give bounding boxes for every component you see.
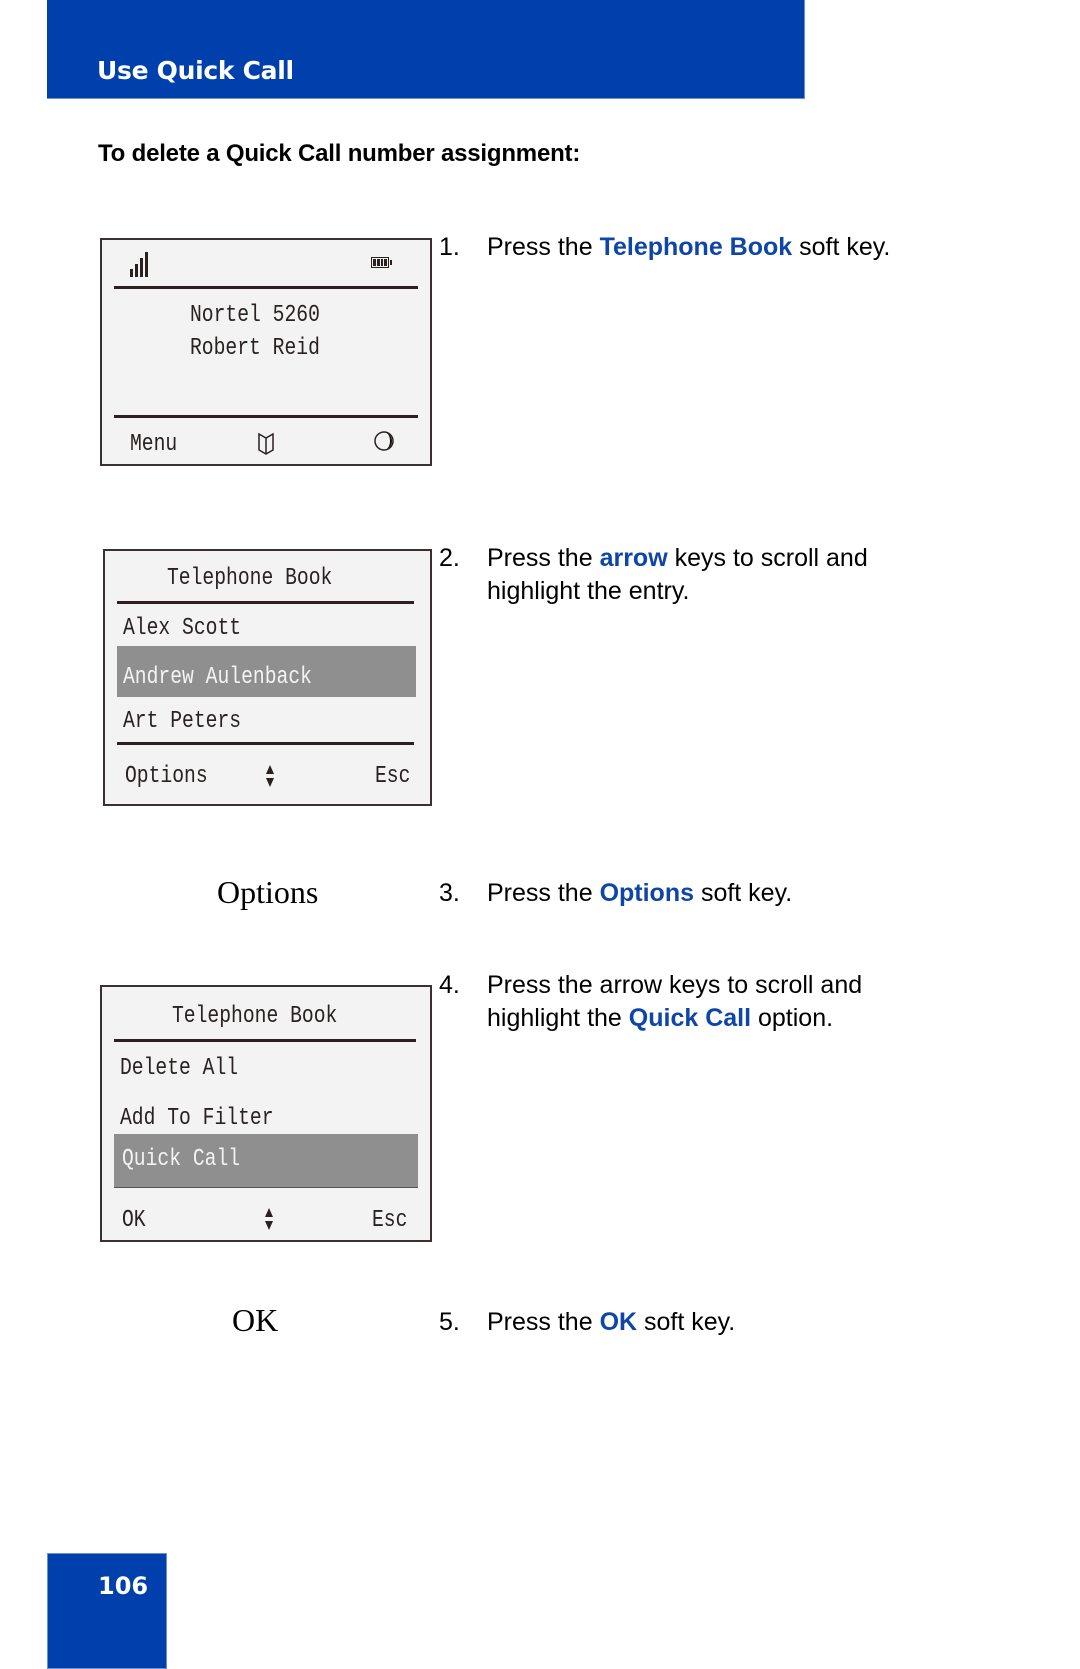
- signal-strength-icon: [130, 252, 148, 277]
- page-number-box: 106: [47, 1553, 167, 1669]
- page-number: 106: [98, 1572, 149, 1600]
- ok-key-ref: OK: [599, 1308, 638, 1336]
- phone-screen-options-menu: Telephone Book Delete All Add To Filter …: [100, 985, 432, 1242]
- menu-item-quick-call-selected[interactable]: Quick Call: [114, 1134, 418, 1188]
- menu-item-add-to-filter[interactable]: Add To Filter: [120, 1105, 274, 1132]
- phone-model-text: Nortel 5260: [190, 302, 320, 329]
- procedure-heading: To delete a Quick Call number assignment…: [98, 140, 581, 167]
- divider: [114, 1039, 416, 1042]
- list-item[interactable]: Art Peters: [123, 708, 241, 735]
- softkey-options[interactable]: Options: [125, 763, 208, 790]
- divider: [117, 601, 414, 604]
- softkey-esc[interactable]: Esc: [372, 1207, 407, 1234]
- softkey-menu[interactable]: Menu: [130, 431, 177, 458]
- divider: [114, 415, 418, 418]
- divider: [114, 286, 418, 289]
- telephone-book-icon[interactable]: [257, 431, 275, 455]
- up-down-arrow-icon: [264, 1207, 274, 1231]
- battery-icon: [371, 257, 392, 268]
- presence-icon[interactable]: [374, 429, 396, 453]
- ok-key-label: OK: [232, 1302, 279, 1338]
- options-key-label: Options: [217, 874, 319, 910]
- telephone-book-key-ref: Telephone Book: [599, 233, 793, 261]
- list-item-selected[interactable]: Andrew Aulenback: [117, 646, 416, 697]
- arrow-key-ref: arrow: [599, 544, 668, 572]
- quick-call-option-ref: Quick Call: [628, 1004, 752, 1032]
- section-header-bar: Use Quick Call: [47, 0, 805, 99]
- phone-screen-idle: Nortel 5260 Robert Reid Menu: [100, 238, 432, 466]
- user-name-text: Robert Reid: [190, 335, 320, 362]
- menu-item-delete-all[interactable]: Delete All: [120, 1055, 238, 1082]
- up-down-arrow-icon: [265, 764, 275, 788]
- screen-title: Telephone Book: [172, 1003, 338, 1030]
- divider: [117, 742, 414, 745]
- screen-title: Telephone Book: [167, 565, 333, 592]
- phone-screen-telephone-book: Telephone Book Alex Scott Andrew Aulenba…: [103, 549, 432, 806]
- list-item[interactable]: Alex Scott: [123, 615, 241, 642]
- section-title: Use Quick Call: [97, 56, 294, 85]
- softkey-ok[interactable]: OK: [122, 1207, 146, 1234]
- options-key-ref: Options: [599, 879, 694, 907]
- softkey-esc[interactable]: Esc: [375, 763, 410, 790]
